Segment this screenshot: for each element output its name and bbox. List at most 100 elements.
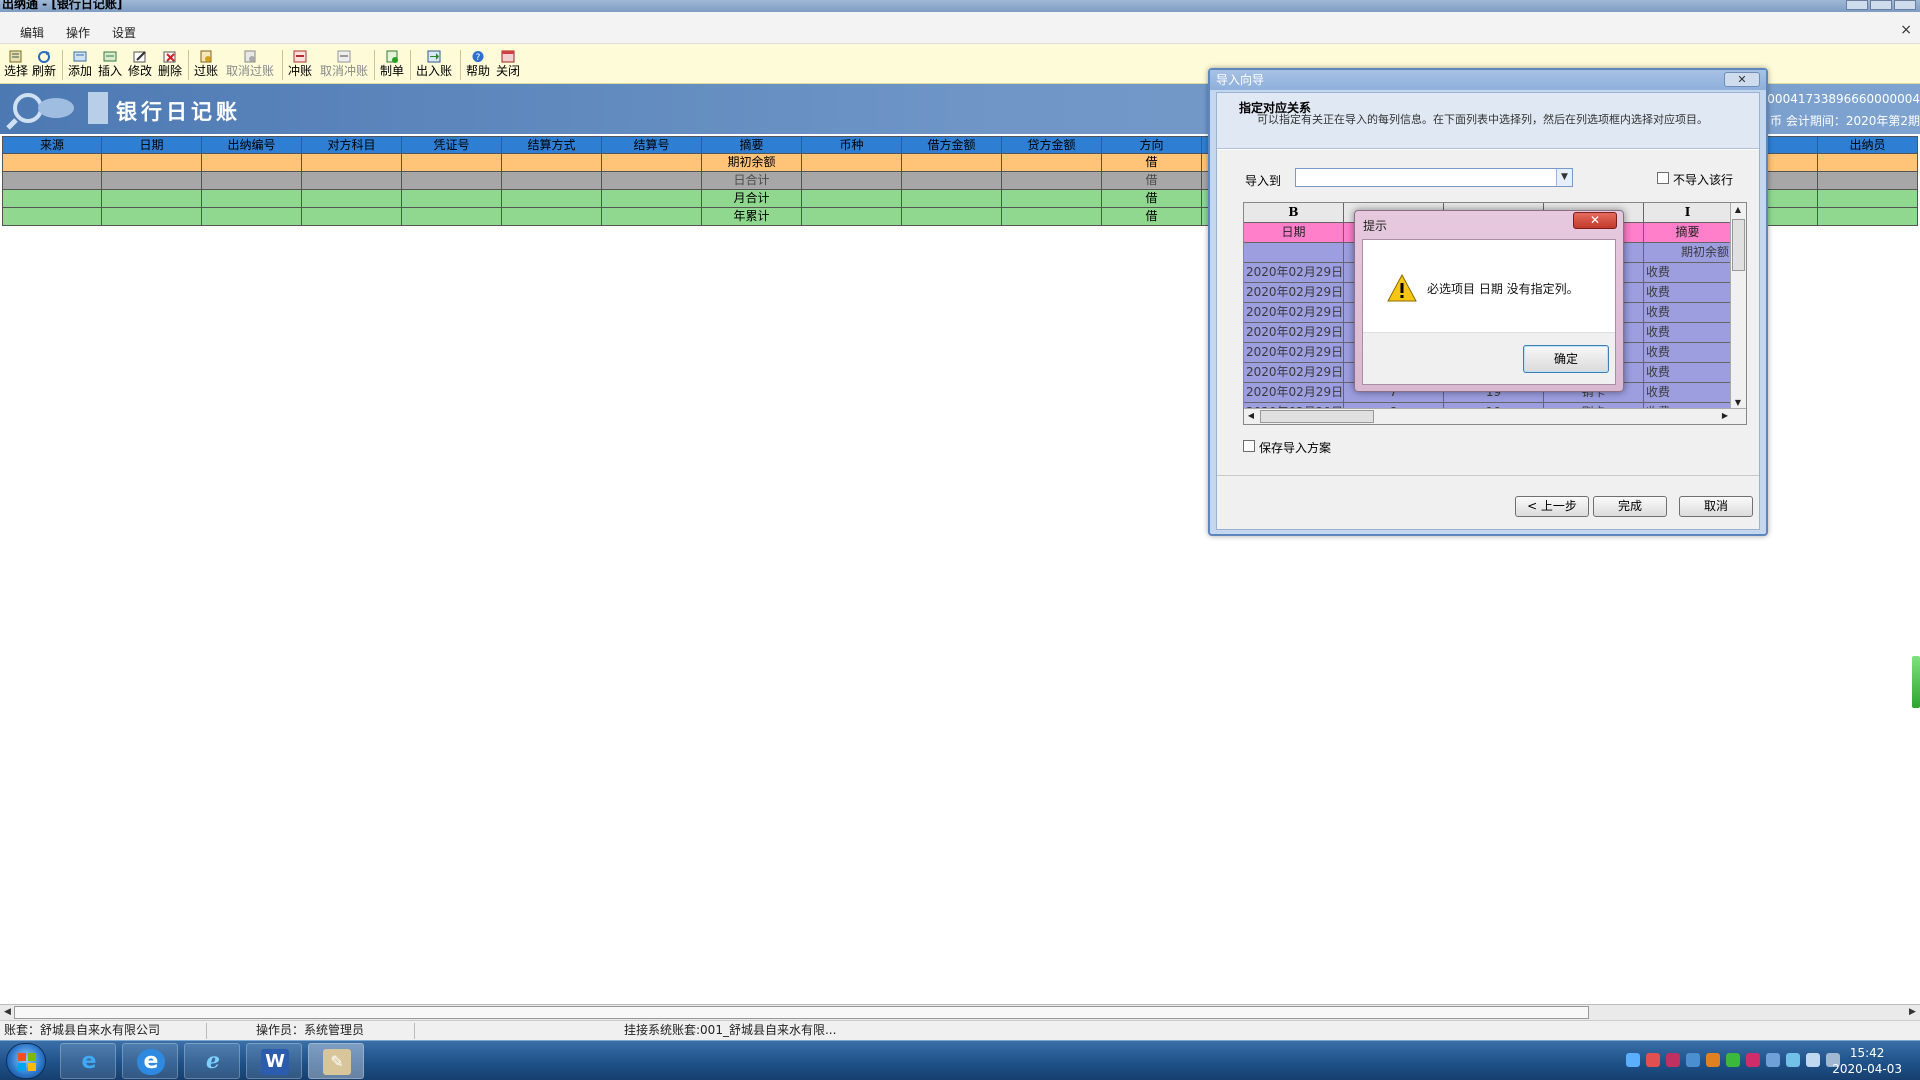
import-to-select[interactable]: ▼ [1295,168,1573,187]
side-scroll-handle[interactable] [1912,656,1920,708]
refresh-button[interactable]: 刷新 [32,50,56,78]
maximize-button[interactable] [1870,0,1892,10]
preview-col-i-header[interactable]: I [1644,203,1732,223]
child-close-button[interactable]: × [1900,22,1912,38]
update-tray-icon[interactable] [1786,1053,1800,1067]
volume-icon[interactable] [1806,1053,1820,1067]
back-button[interactable]: < 上一步 [1515,496,1589,517]
alert-close-button[interactable]: ✕ [1573,212,1617,229]
taskbar-clock[interactable]: 15:42 2020-04-03 [1832,1045,1902,1077]
preview-col-b-mapping[interactable]: 日期 [1244,223,1344,243]
col-header-counter-account[interactable]: 对方科目 [302,136,402,154]
col-header-summary[interactable]: 摘要 [702,136,802,154]
col-header-settlement-no[interactable]: 结算号 [602,136,702,154]
taskbar-browser-button[interactable]: e [122,1043,178,1079]
save-scheme-checkbox[interactable] [1243,440,1255,452]
col-header-credit[interactable]: 贷方金额 [1002,136,1102,154]
col-header-settlement-method[interactable]: 结算方式 [502,136,602,154]
row-direction: 借 [1102,154,1202,172]
col-header-cashier[interactable]: 出纳员 [1818,136,1918,154]
wizard-close-button[interactable]: ✕ [1724,72,1760,87]
preview-cell: 2020年02月29日 [1244,263,1344,283]
preview-col-b-header[interactable]: B [1244,203,1344,223]
close-tool-button[interactable]: 关闭 [496,50,520,78]
scroll-right-icon[interactable]: ▶ [1718,409,1732,423]
col-header-date[interactable]: 日期 [102,136,202,154]
col-header-cashier-no[interactable]: 出纳编号 [202,136,302,154]
col-header-hidden[interactable] [1768,136,1818,154]
media-tray-icon[interactable] [1746,1053,1760,1067]
offset-button[interactable]: 冲账 [288,50,312,78]
taskbar-edge-button[interactable]: ℯ [184,1043,240,1079]
wechat-tray-icon[interactable] [1726,1053,1740,1067]
row-direction: 借 [1102,190,1202,208]
network-tray-icon[interactable] [1766,1053,1780,1067]
menu-edit[interactable]: 编辑 [20,24,44,41]
scroll-left-icon[interactable]: ◀ [1,1006,14,1019]
horizontal-scrollbar[interactable]: ◀ ▶ [0,1004,1920,1020]
scroll-right-icon[interactable]: ▶ [1906,1006,1919,1019]
table-row[interactable]: 期初余额 借 [2,154,1308,172]
chevron-down-icon[interactable]: ▼ [1556,169,1572,186]
word-icon: W [261,1049,289,1075]
taskbar-ie-button[interactable]: e [60,1043,116,1079]
taskbar-cashier-app-button[interactable]: ✎ [308,1043,364,1079]
preview-col-i-mapping[interactable]: 摘要 [1644,223,1732,243]
scrollbar-thumb[interactable] [14,1006,1589,1019]
finish-button[interactable]: 完成 [1593,496,1667,517]
table-row[interactable]: 年累计 借 [2,208,1308,226]
toolbar-separator [282,50,283,80]
make-voucher-button[interactable]: 制单 [380,50,404,78]
insert-icon [103,51,117,62]
col-header-currency[interactable]: 币种 [802,136,902,154]
security-tray-icon[interactable] [1666,1053,1680,1067]
modify-button[interactable]: 修改 [128,50,152,78]
window-close-button[interactable] [1894,0,1916,10]
minimize-button[interactable] [1846,0,1868,10]
col-header-voucher-no[interactable]: 凭证号 [402,136,502,154]
skip-row-checkbox[interactable] [1657,172,1669,184]
qq-tray-icon[interactable] [1646,1053,1660,1067]
add-button[interactable]: 添加 [68,50,92,78]
scroll-up-icon[interactable]: ▲ [1731,203,1745,217]
toolbar-separator [62,50,63,80]
user-tray-icon[interactable] [1626,1053,1640,1067]
menu-settings[interactable]: 设置 [112,24,136,41]
select-button[interactable]: 选择 [4,50,28,78]
preview-hscroll-thumb[interactable] [1260,410,1374,423]
row-summary: 年累计 [702,208,802,226]
delete-label: 删除 [158,64,183,78]
preview-column-i[interactable]: I 摘要 期初余额 收费 收费 收费 收费 收费 收费 收费 收费 [1644,203,1732,423]
preview-column-b[interactable]: B 日期 2020年02月29日 2020年02月29日 2020年02月29日… [1244,203,1344,423]
col-header-source[interactable]: 来源 [2,136,102,154]
accounting-period: 币 会计期间：2020年第2期 [1770,114,1920,128]
help-button[interactable]: ? 帮助 [466,50,490,78]
scroll-left-icon[interactable]: ◀ [1244,409,1258,423]
unoffset-button[interactable]: 取消冲账 [320,50,368,78]
col-header-debit[interactable]: 借方金额 [902,136,1002,154]
edge-icon: ℯ [206,1049,220,1074]
post-button[interactable]: 过账 [194,50,218,78]
col-header-direction[interactable]: 方向 [1102,136,1202,154]
table-row[interactable]: 月合计 借 [2,190,1308,208]
ok-button[interactable]: 确定 [1523,345,1609,373]
offset-label: 冲账 [288,64,313,78]
table-row[interactable]: 日合计 借 [2,172,1308,190]
preview-vscroll-thumb[interactable] [1732,219,1745,271]
page-title: 银行日记账 [116,100,241,124]
preview-vertical-scrollbar[interactable]: ▲ ▼ [1730,203,1746,410]
delete-button[interactable]: 删除 [158,50,182,78]
start-button[interactable] [6,1043,46,1079]
in-out-button[interactable]: 出入账 [416,50,452,78]
taskbar-word-button[interactable]: W [246,1043,302,1079]
app-tray-icon[interactable] [1706,1053,1720,1067]
shield-tray-icon[interactable] [1686,1053,1700,1067]
cancel-button[interactable]: 取消 [1679,496,1753,517]
alert-message-area: 必选项目 日期 没有指定列。 [1363,240,1615,332]
unpost-button[interactable]: 取消过账 [226,50,274,78]
menu-operate[interactable]: 操作 [66,24,90,41]
preview-horizontal-scrollbar[interactable]: ◀ ▶ [1244,408,1746,424]
insert-button[interactable]: 插入 [98,50,122,78]
import-to-label: 导入到 [1245,174,1282,188]
status-account-set: 账套：舒城县自来水有限公司 [4,1023,161,1037]
